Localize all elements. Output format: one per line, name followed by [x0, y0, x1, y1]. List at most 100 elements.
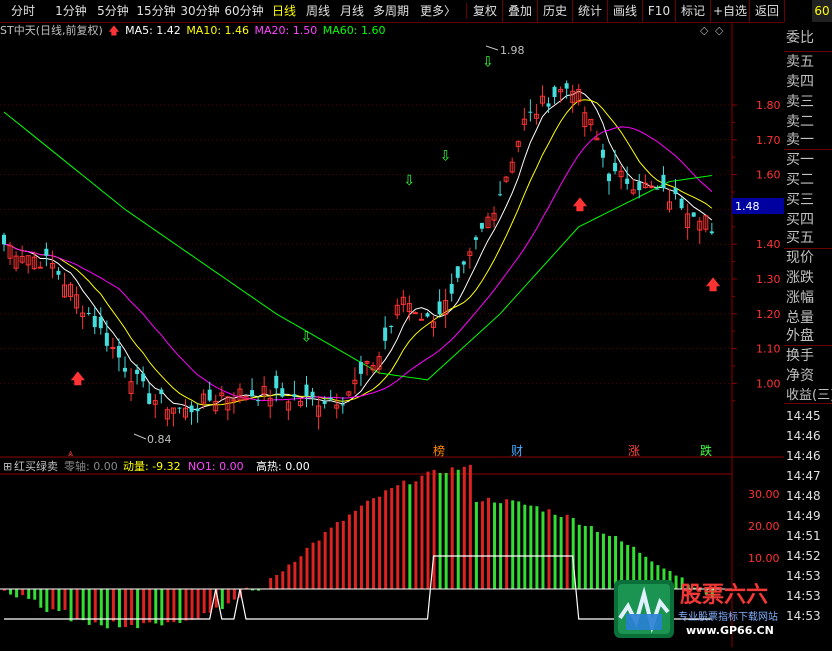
event-tag-limit-down[interactable]: 跌 — [700, 443, 712, 458]
indicator-bar — [15, 589, 19, 598]
quote-label-change: 涨跌 — [786, 270, 814, 286]
period-tab-multi[interactable]: 多周期 — [370, 0, 412, 22]
candle-body — [691, 212, 696, 217]
indicator-expand-icon[interactable]: ⊞ — [3, 460, 12, 473]
indicator-bar — [347, 514, 351, 589]
candle-body — [256, 400, 261, 402]
event-tag-finance[interactable]: 财 — [511, 444, 523, 458]
indicator-bar — [160, 589, 164, 626]
candle-body — [383, 327, 388, 341]
stats-button[interactable]: 统计 — [573, 0, 608, 22]
quote-label-buy3: 买三 — [786, 192, 814, 208]
candle-body — [673, 187, 678, 195]
buy-arrow-icon: 🡅 — [573, 197, 588, 213]
indicator-bar — [384, 490, 388, 589]
indicator-bar — [493, 502, 497, 589]
back-button[interactable]: 返回 — [750, 0, 785, 22]
candle-body — [449, 283, 454, 294]
price-axis-label: 1.80 — [756, 99, 781, 112]
indicator-bar — [499, 503, 503, 589]
indicator-bar — [142, 589, 146, 624]
candle-body — [358, 362, 363, 374]
period-tab-monthly[interactable]: 月线 — [336, 0, 368, 22]
indicator-bar — [281, 571, 285, 589]
indicator-bar — [196, 589, 200, 619]
candle-body — [189, 405, 194, 413]
low-pointer — [133, 433, 147, 440]
indicator-bar — [117, 589, 121, 628]
period-tab-60min[interactable]: 60分钟 — [222, 0, 266, 22]
indicator-bar — [444, 473, 448, 589]
indicator-no1: NO1: 0.00 — [188, 460, 244, 473]
indicator-bar — [21, 589, 25, 596]
indicator-bar — [487, 497, 490, 589]
quote-label-weibi: 委比 — [786, 30, 814, 46]
sell-arrow-icon: ⇩ — [403, 173, 415, 189]
indicator-bar — [505, 499, 509, 589]
period-tab-15min[interactable]: 15分钟 — [134, 0, 178, 22]
indicator-bar — [39, 589, 43, 608]
buy-arrow-icon: 🡅 — [706, 277, 721, 293]
current-price-label: 1.48 — [735, 200, 760, 213]
event-tag-bang[interactable]: 榜 — [433, 443, 445, 458]
indicator-bar — [372, 498, 376, 589]
period-tab-30min[interactable]: 30分钟 — [178, 0, 222, 22]
add-watchlist-button[interactable]: +自选 — [711, 0, 750, 22]
candle-body — [564, 83, 569, 89]
history-button[interactable]: 历史 — [538, 0, 573, 22]
indicator-bar — [63, 589, 67, 610]
candle-body — [116, 345, 121, 358]
indicator-bar — [353, 510, 357, 589]
candle-body — [135, 369, 140, 375]
toolbar: 分时 1分钟 5分钟 15分钟 30分钟 60分钟 日线 周线 月线 多周期 更… — [0, 0, 832, 23]
period-tab-fenshi[interactable]: 分时 — [0, 0, 46, 22]
watermark-url: www.GP66.CN — [686, 624, 774, 637]
period-tab-5min[interactable]: 5分钟 — [92, 0, 134, 22]
watermark-subtitle: 专业股票指标下载网站 — [678, 610, 778, 623]
tick-time: 14:46 — [786, 429, 821, 443]
indicator-bar — [269, 577, 273, 589]
fuquan-button[interactable]: 复权 — [468, 0, 503, 22]
candle-body — [655, 188, 660, 190]
indicator-bar — [402, 480, 406, 589]
indicator-bar — [456, 469, 460, 589]
indicator-bar — [81, 589, 85, 621]
candle-body — [44, 248, 49, 256]
quote-label-sell3: 卖三 — [786, 94, 814, 110]
f10-button[interactable]: F10 — [643, 0, 676, 22]
candle-body — [292, 394, 297, 397]
tick-time: 14:48 — [786, 489, 821, 503]
price-chart[interactable]: 🡅🡅🡅⇩⇩⇩⇩ 1.801.701.601.501.401.301.201.10… — [0, 22, 784, 647]
indicator-bar — [559, 516, 563, 589]
low-label: 0.84 — [147, 433, 172, 446]
ma10-line — [3, 99, 713, 406]
indicator-momentum: 动量: -9.32 — [123, 460, 181, 473]
tick-time: 14:46 — [786, 449, 821, 463]
quote-label-sell4: 卖四 — [786, 74, 814, 90]
candle-body — [528, 111, 533, 113]
tick-time: 14:51 — [786, 529, 821, 543]
period-tab-weekly[interactable]: 周线 — [302, 0, 334, 22]
period-tab-1min[interactable]: 1分钟 — [50, 0, 92, 22]
indicator-bar — [178, 589, 182, 623]
indicator-bar — [57, 589, 61, 612]
indicator-bar — [595, 531, 599, 589]
event-tag-limit-up[interactable]: 涨 — [628, 443, 640, 458]
indicator-bar — [565, 514, 569, 589]
period-tab-daily[interactable]: 日线 — [268, 0, 300, 22]
candle-body — [437, 301, 442, 315]
indicator-bar — [535, 506, 539, 589]
overlay-button[interactable]: 叠加 — [503, 0, 538, 22]
indicator-bar — [323, 531, 327, 589]
quote-label-sell2: 卖二 — [786, 114, 814, 130]
indicator-bar — [329, 527, 333, 589]
tick-time: 14:45 — [786, 409, 821, 423]
period-tab-more[interactable]: 更多〉 — [412, 0, 464, 22]
mark-button[interactable]: 标记 — [676, 0, 711, 22]
candle-body — [661, 174, 666, 189]
draw-line-button[interactable]: 画线 — [608, 0, 643, 22]
indicator-tick-30: 30.00 — [748, 488, 780, 501]
indicator-bar — [390, 488, 394, 589]
indicator-bar — [553, 514, 557, 589]
candle-body — [147, 393, 152, 404]
